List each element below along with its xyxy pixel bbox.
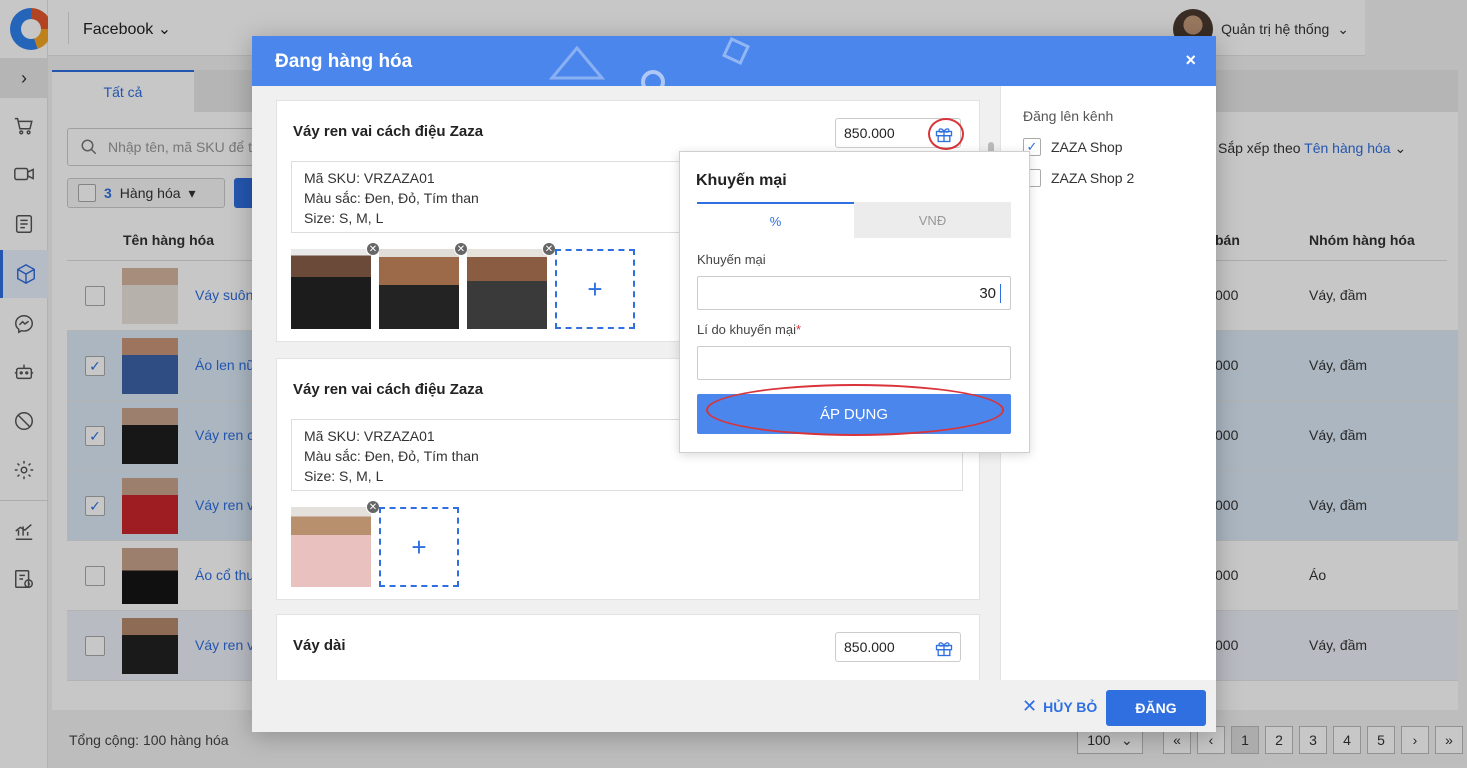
price-value: 850.000	[844, 125, 895, 141]
add-photo-button[interactable]: +	[379, 507, 459, 587]
plus-icon: +	[587, 273, 603, 304]
price-field[interactable]: 850.000	[835, 632, 961, 662]
required-mark: *	[796, 322, 802, 337]
gift-icon	[935, 642, 953, 657]
product-card-title: Váy ren vai cách điệu Zaza	[293, 381, 484, 398]
post-button[interactable]: ĐĂNG	[1106, 690, 1206, 726]
channel-option[interactable]: ✓ ZAZA Shop	[1023, 138, 1123, 156]
modal-footer: ✕ HỦY BỎ ĐĂNG	[252, 680, 1216, 732]
close-icon[interactable]: ×	[1185, 50, 1196, 71]
product-photo: ✕	[467, 242, 556, 329]
text-caret	[1000, 284, 1001, 303]
cancel-button[interactable]: ✕ HỦY BỎ	[1022, 696, 1097, 717]
price-field[interactable]: 850.000	[835, 118, 964, 150]
promotion-popover: Khuyến mại % VNĐ Khuyến mại 30 Lí do khu…	[679, 151, 1030, 453]
discount-reason-label: Lí do khuyến mại*	[697, 322, 801, 337]
remove-photo-icon[interactable]: ✕	[542, 242, 556, 256]
tab-vnd[interactable]: VNĐ	[854, 202, 1011, 238]
tab-percent[interactable]: %	[697, 202, 854, 238]
plus-icon: +	[411, 531, 427, 562]
product-card-title: Váy ren vai cách điệu Zaza	[293, 123, 484, 140]
modal-title: Đang hàng hóa	[275, 51, 413, 72]
channel-panel: Đăng lên kênh ✓ ZAZA Shop ZAZA Shop 2	[1000, 86, 1216, 680]
discount-amount-value: 30	[979, 285, 996, 302]
highlight-ring	[706, 384, 1004, 436]
remove-photo-icon[interactable]: ✕	[366, 500, 380, 514]
discount-type-tabs: % VNĐ	[697, 202, 1011, 238]
discount-amount-label: Khuyến mại	[697, 252, 766, 267]
product-photo: ✕	[291, 242, 380, 329]
popover-title: Khuyến mại	[696, 172, 787, 189]
modal-header: Đang hàng hóa ×	[252, 36, 1216, 86]
channel-label: ZAZA Shop 2	[1051, 170, 1135, 186]
remove-photo-icon[interactable]: ✕	[366, 242, 380, 256]
size-text: Size: S, M, L	[304, 468, 384, 484]
channels-title: Đăng lên kênh	[1023, 108, 1114, 124]
reason-label-text: Lí do khuyến mại	[697, 322, 797, 337]
close-icon: ✕	[1022, 696, 1038, 716]
remove-photo-icon[interactable]: ✕	[454, 242, 468, 256]
channel-option[interactable]: ZAZA Shop 2	[1023, 169, 1134, 187]
header-decoration	[548, 37, 750, 86]
highlight-ring	[928, 118, 964, 150]
product-card-title: Váy dài	[293, 637, 346, 654]
discount-amount-input[interactable]: 30	[697, 276, 1011, 310]
promotion-button[interactable]	[934, 638, 954, 661]
product-photo: ✕	[379, 242, 468, 329]
discount-reason-input[interactable]	[697, 346, 1011, 380]
price-value: 850.000	[844, 639, 895, 655]
channel-label: ZAZA Shop	[1051, 139, 1123, 155]
add-photo-button[interactable]: +	[555, 249, 635, 329]
cancel-label: HỦY BỎ	[1043, 698, 1098, 715]
product-photo: ✕	[291, 500, 380, 587]
product-card: Váy dài 850.000	[276, 614, 980, 680]
promotion-button[interactable]	[928, 118, 964, 150]
